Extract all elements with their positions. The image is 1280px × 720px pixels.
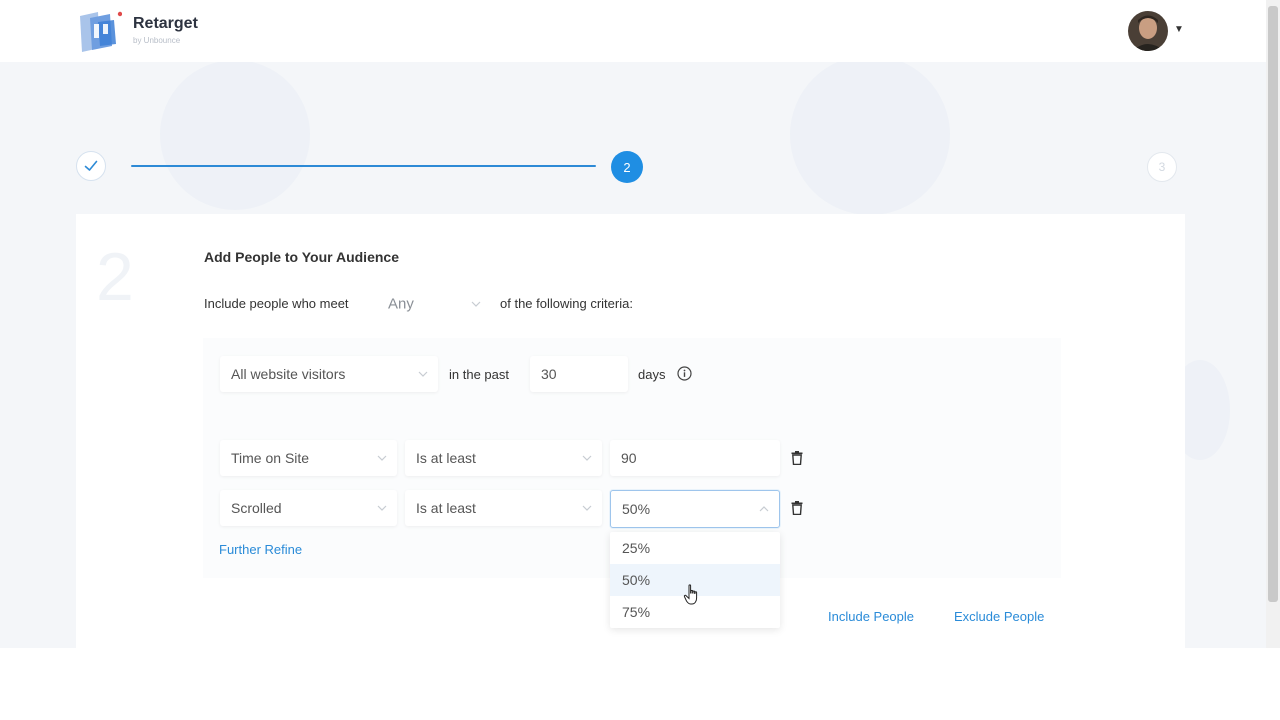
dropdown-option[interactable]: 25% — [610, 532, 780, 564]
match-type-select[interactable]: Any — [377, 288, 491, 320]
step-progress-line — [131, 165, 596, 167]
rule-operator-value: Is at least — [416, 500, 476, 516]
rule-value-input[interactable]: 90 — [610, 440, 780, 476]
scrollbar-thumb[interactable] — [1268, 6, 1278, 602]
brand-name: Retarget — [133, 15, 198, 32]
page-footer-area — [0, 648, 1280, 720]
days-input[interactable]: 30 — [530, 356, 628, 392]
include-people-button[interactable]: Include People — [828, 609, 914, 624]
check-icon — [84, 160, 98, 171]
step-3-upcoming[interactable]: 3 — [1147, 152, 1177, 182]
rule-operator-value: Is at least — [416, 450, 476, 466]
further-refine-link[interactable]: Further Refine — [219, 542, 302, 557]
rule-field-value: Time on Site — [231, 450, 310, 466]
rule-field-value: Scrolled — [231, 500, 282, 516]
dropdown-option-label: 50% — [622, 572, 651, 588]
days-input-value: 30 — [541, 366, 557, 382]
criteria-intro-text: Include people who meet — [204, 296, 349, 311]
info-icon[interactable] — [677, 366, 692, 381]
visitor-source-select[interactable]: All website visitors — [220, 356, 438, 392]
avatar[interactable] — [1128, 11, 1168, 51]
dropdown-option-label: 25% — [622, 540, 651, 556]
trash-icon[interactable] — [791, 451, 803, 465]
scroll-percent-value: 50% — [622, 501, 651, 517]
rule-value: 90 — [621, 450, 637, 466]
chevron-up-icon — [759, 506, 769, 512]
rule-field-select[interactable]: Time on Site — [220, 440, 397, 476]
rule-field-select[interactable]: Scrolled — [220, 490, 397, 526]
chevron-down-icon — [418, 371, 428, 377]
criteria-intro-suffix: of the following criteria: — [500, 296, 633, 311]
caret-down-icon[interactable]: ▼ — [1174, 24, 1184, 35]
avatar-image — [1128, 11, 1168, 51]
days-label: days — [638, 367, 666, 382]
in-the-past-label: in the past — [449, 367, 509, 382]
scroll-percent-select[interactable]: 50% — [610, 490, 780, 528]
top-navbar: Retarget by Unbounce ▼ — [0, 0, 1266, 62]
step-1-complete[interactable] — [76, 151, 106, 181]
match-type-value: Any — [388, 295, 414, 313]
rule-operator-select[interactable]: Is at least — [405, 440, 602, 476]
dropdown-option-label: 75% — [622, 604, 651, 620]
scroll-percent-dropdown: 25% 50% 75% — [610, 532, 780, 628]
step-number-watermark: 2 — [96, 239, 134, 315]
chevron-down-icon — [377, 455, 387, 461]
chevron-down-icon — [377, 505, 387, 511]
visitor-source-value: All website visitors — [231, 366, 346, 382]
chevron-down-icon — [582, 455, 592, 461]
logo-icon[interactable] — [76, 8, 122, 52]
background-blob — [160, 60, 310, 210]
trash-icon[interactable] — [791, 501, 803, 515]
section-title: Add People to Your Audience — [204, 249, 399, 265]
step-2-active[interactable]: 2 — [611, 151, 643, 183]
brand-subtitle: by Unbounce — [133, 36, 181, 45]
hand-cursor-icon — [683, 584, 698, 605]
exclude-people-button[interactable]: Exclude People — [954, 609, 1044, 624]
chevron-down-icon — [582, 505, 592, 511]
background-blob — [790, 55, 950, 215]
chevron-down-icon — [471, 301, 481, 307]
rule-operator-select[interactable]: Is at least — [405, 490, 602, 526]
